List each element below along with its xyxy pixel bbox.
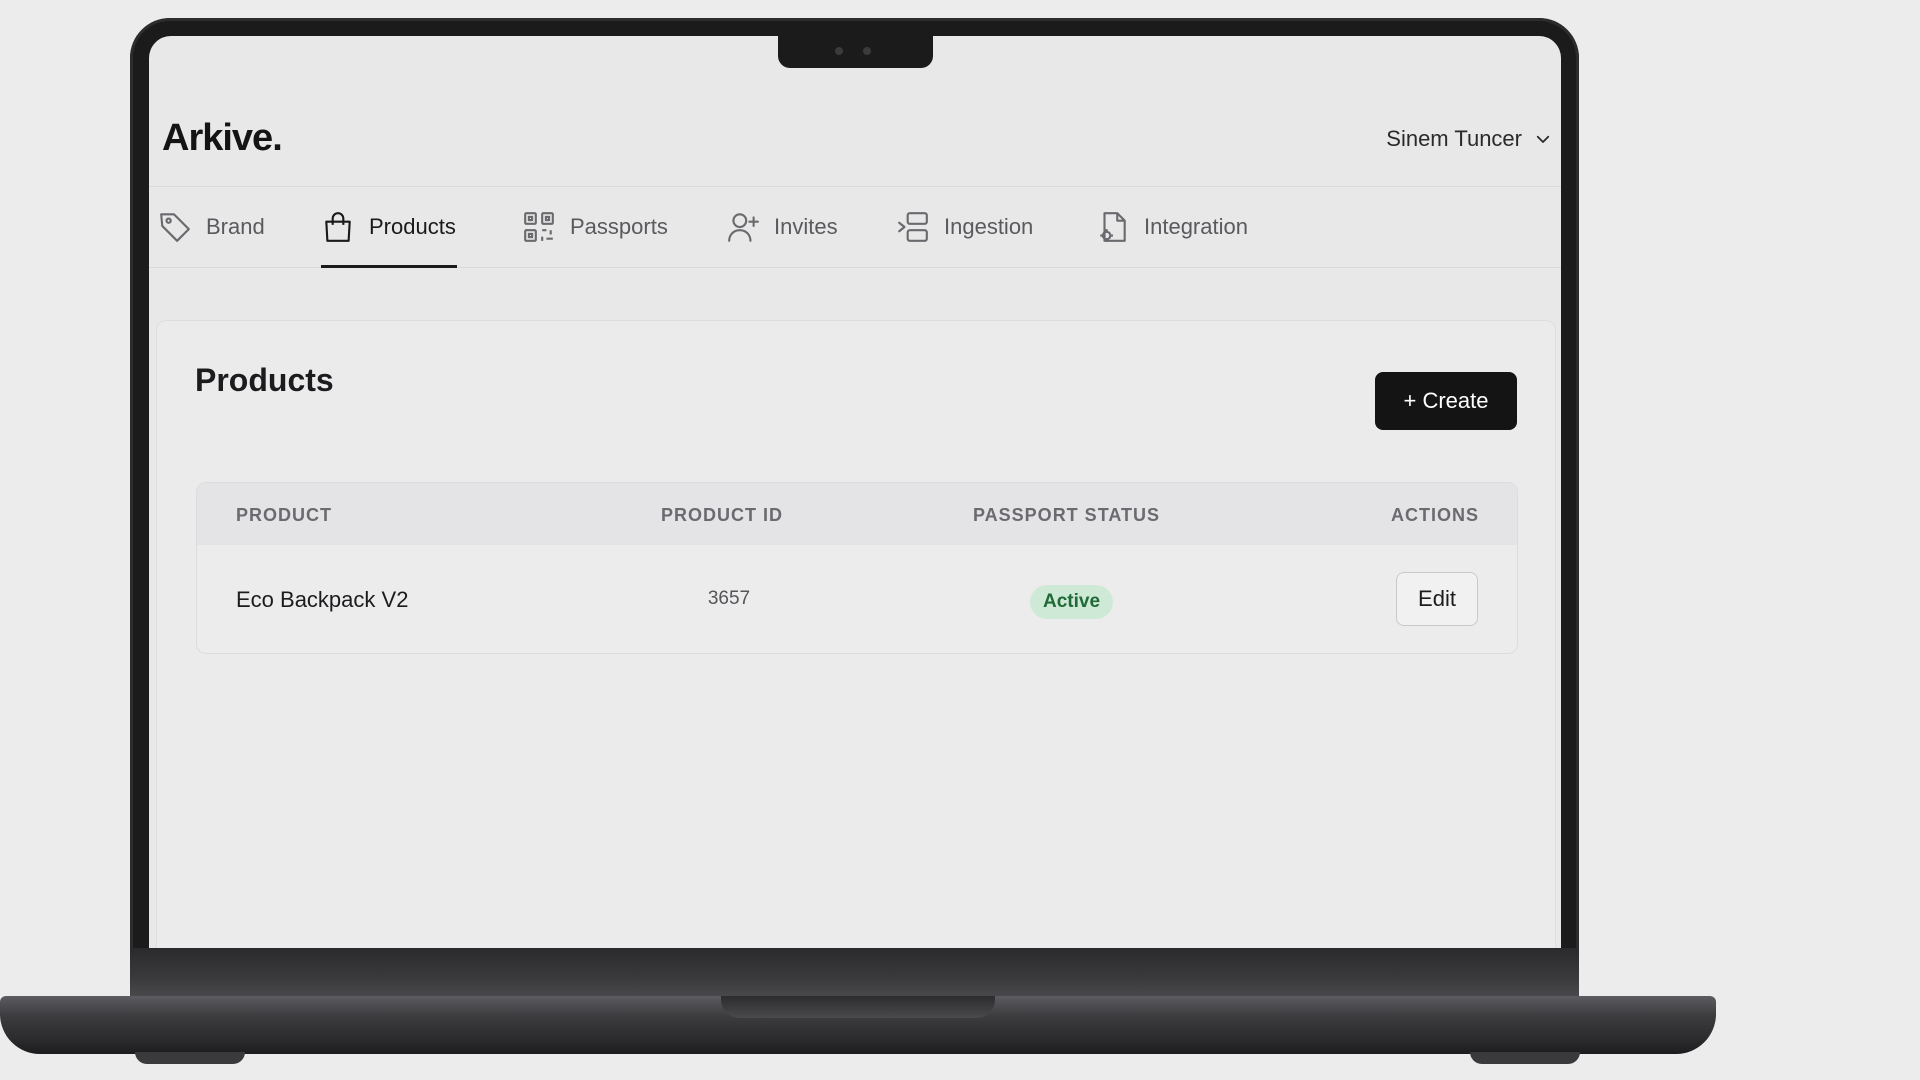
shopping-bag-icon [325, 212, 351, 242]
user-plus-icon [728, 213, 759, 242]
laptop-opening-notch [721, 996, 995, 1018]
table-header: PRODUCT PRODUCT ID PASSPORT STATUS ACTIO… [197, 483, 1517, 545]
products-card: Products + Create PRODUCT PRODUCT ID PAS… [156, 320, 1556, 948]
column-header-product: PRODUCT [236, 505, 332, 525]
page-title: Products [195, 362, 334, 398]
tab-invites[interactable]: Invites [726, 187, 838, 267]
table-row: Eco Backpack V2 3657 Active Edit [197, 545, 1517, 653]
edit-button[interactable]: Edit [1396, 572, 1478, 626]
main-tabs: Brand Products Passports Invites Ingesti… [149, 187, 1561, 268]
user-menu[interactable]: Sinem Tuncer [1386, 126, 1552, 152]
tab-brand[interactable]: Brand [158, 187, 265, 267]
laptop-foot-right [1470, 1052, 1580, 1064]
tab-label: Invites [774, 214, 838, 239]
tab-label: Brand [206, 214, 265, 239]
tab-products[interactable]: Products [321, 187, 457, 268]
create-button[interactable]: + Create [1375, 372, 1517, 430]
qr-code-icon [524, 212, 554, 242]
tag-icon [160, 213, 190, 242]
product-name: Eco Backpack V2 [236, 587, 409, 612]
tab-label: Products [369, 214, 456, 239]
tab-integration[interactable]: Integration [1096, 187, 1248, 267]
tab-label: Integration [1144, 214, 1248, 239]
products-table: PRODUCT PRODUCT ID PASSPORT STATUS ACTIO… [196, 482, 1518, 654]
user-name: Sinem Tuncer [1386, 126, 1522, 151]
tab-passports[interactable]: Passports [522, 187, 668, 267]
brand-logo[interactable]: Arkive. [162, 117, 283, 160]
tab-label: Passports [570, 214, 668, 239]
app-screen: Arkive. Sinem Tuncer Brand Products Pass… [149, 36, 1561, 948]
laptop-foot-left [135, 1052, 245, 1064]
camera-notch [778, 34, 933, 68]
camera-icon [835, 47, 843, 55]
status-badge: Active [1030, 585, 1114, 619]
sensor-icon [863, 47, 871, 55]
laptop-hinge [130, 948, 1579, 998]
product-id: 3657 [707, 588, 751, 609]
laptop-mockup: Arkive. Sinem Tuncer Brand Products Pass… [0, 0, 1920, 1080]
tab-label: Ingestion [944, 214, 1034, 239]
file-settings-icon [1100, 212, 1126, 242]
chevron-down-icon [1536, 135, 1550, 143]
import-icon [898, 212, 928, 242]
column-header-passport-status: PASSPORT STATUS [973, 505, 1161, 525]
column-header-product-id: PRODUCT ID [661, 505, 783, 525]
tab-ingestion[interactable]: Ingestion [896, 187, 1033, 267]
column-header-actions: ACTIONS [1391, 505, 1479, 525]
app-header: Arkive. Sinem Tuncer [149, 95, 1561, 187]
